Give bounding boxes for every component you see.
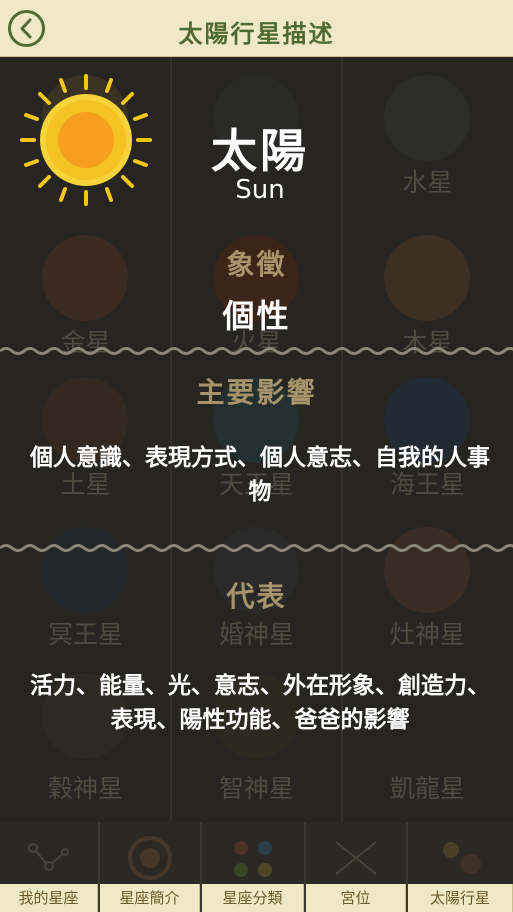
represents-label: 代表 — [226, 580, 287, 613]
planet-name-en: Sun — [235, 175, 285, 205]
planet-detail-overlay: 太陽 Sun 象徵 個性 主要影響 個人意識、表現方式、個人意志、自我的人事物 … — [0, 57, 513, 822]
represents-text: 活力、能量、光、意志、外在形象、創造力、表現、陽性功能、爸爸的影響 — [30, 673, 490, 733]
star-chart-icon — [28, 843, 69, 871]
zodiac-wheel-icon — [128, 836, 172, 880]
tab-label: 太陽行星 — [408, 884, 513, 912]
rope-divider — [0, 347, 513, 355]
rope-divider — [0, 544, 513, 552]
tab-label: 星座分類 — [202, 884, 304, 912]
elements-icon — [234, 841, 272, 877]
tab-sign-intro[interactable]: 星座簡介 — [100, 822, 202, 912]
influence-label: 主要影響 — [196, 376, 317, 409]
tab-sun-planet[interactable]: 太陽行星 — [408, 822, 513, 912]
tab-my-sign[interactable]: 我的星座 — [0, 822, 100, 912]
planet-name-cn: 太陽 — [211, 124, 309, 178]
symbol-label: 象徵 — [226, 248, 287, 281]
tab-label: 我的星座 — [0, 884, 98, 912]
symbol-value: 個性 — [222, 297, 291, 335]
tab-houses[interactable]: 宮位 — [306, 822, 408, 912]
page-title: 太陽行星描述 — [178, 20, 335, 48]
planets-icon — [442, 842, 481, 874]
influence-text: 個人意識、表現方式、個人意志、自我的人事物 — [30, 445, 490, 505]
sun-icon — [20, 74, 152, 206]
header-bar: 太陽行星描述 — [0, 0, 513, 57]
houses-icon — [335, 841, 377, 875]
tab-sign-category[interactable]: 星座分類 — [202, 822, 306, 912]
bottom-tab-bar: 我的星座 星座簡介 星座分類 宮位 太陽行星 — [0, 822, 513, 912]
tab-label: 宮位 — [306, 884, 406, 912]
tab-label: 星座簡介 — [100, 884, 200, 912]
